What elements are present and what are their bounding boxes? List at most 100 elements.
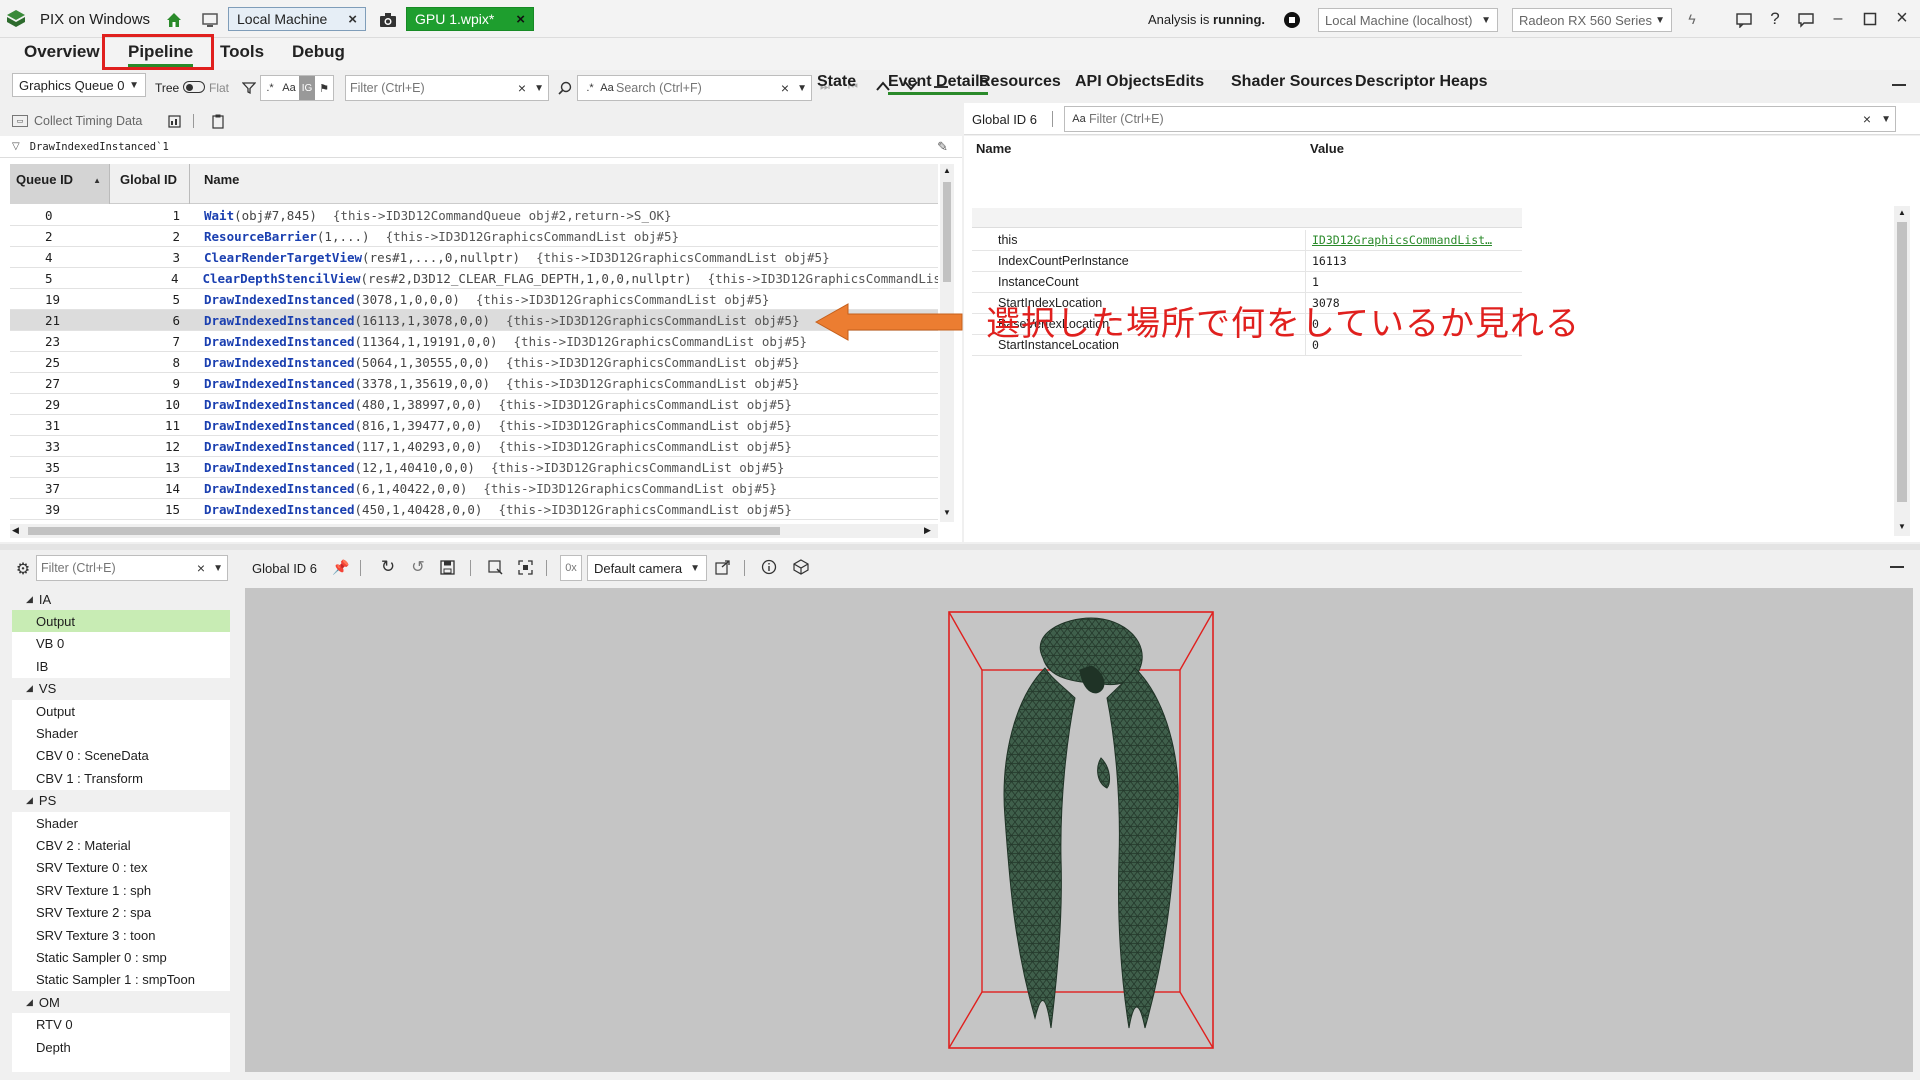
events-filter-input[interactable] [350, 81, 510, 95]
regex-icon[interactable]: .* [261, 76, 279, 100]
save-icon[interactable] [438, 558, 456, 576]
col-queue-id[interactable]: Queue ID ▲ [10, 164, 110, 204]
details-filter-input[interactable] [1089, 112, 1789, 126]
refresh-icon[interactable]: ↻ [378, 557, 398, 577]
filter-icon[interactable] [241, 80, 257, 96]
table-row[interactable]: 23 7 DrawIndexedInstanced(11364,1,19191,0,… [10, 331, 938, 352]
scroll-thumb[interactable] [1897, 222, 1907, 502]
scroll-right-arrow[interactable]: ▶ [924, 525, 931, 536]
stage-item[interactable]: SRV Texture 1 : sph [12, 879, 230, 901]
regex-icon[interactable]: .* [582, 82, 598, 94]
maximize-icon[interactable] [1860, 9, 1880, 29]
events-horizontal-scrollbar[interactable]: ◀ ▶ [10, 524, 938, 538]
scroll-thumb-horizontal[interactable] [28, 527, 780, 535]
details-tab[interactable]: State [817, 73, 856, 91]
home-icon[interactable] [164, 10, 184, 30]
stage-item[interactable]: Shader [12, 722, 230, 744]
tab-debug[interactable]: Debug [292, 42, 345, 62]
details-tab[interactable]: Edits [1165, 73, 1204, 91]
property-value[interactable]: ID3D12GraphicsCommandList… [1306, 233, 1492, 247]
tree-flat-toggle[interactable] [183, 81, 205, 93]
scroll-up-arrow[interactable]: ▲ [1898, 208, 1906, 217]
stage-group[interactable]: ◢ VS [12, 677, 230, 700]
clear-icon[interactable]: × [518, 80, 526, 96]
queue-select[interactable]: Graphics Queue 0 ▼ [12, 73, 146, 97]
scroll-up-arrow[interactable]: ▲ [943, 166, 951, 175]
details-vertical-scrollbar[interactable]: ▲ ▼ [1894, 206, 1910, 536]
gpu-select[interactable]: Radeon RX 560 Series ▼ [1512, 8, 1672, 32]
match-case-icon[interactable]: Aa [279, 76, 299, 100]
chevron-down-icon[interactable]: ▼ [213, 563, 223, 574]
tab-local-machine[interactable]: Local Machine × [228, 7, 366, 31]
stage-item[interactable]: Static Sampler 1 : smpToon [12, 969, 230, 991]
chevron-down-icon[interactable]: ▼ [1881, 114, 1891, 125]
stage-item[interactable]: Depth [12, 1036, 230, 1058]
table-row[interactable]: 0 1 Wait(obj#7,845) {this->ID3D12CommandQue… [10, 205, 938, 226]
scroll-thumb[interactable] [943, 182, 951, 282]
help-icon[interactable]: ? [1765, 9, 1785, 29]
collapse-triangle-icon[interactable]: ▽ [12, 141, 20, 152]
details-tab[interactable]: Event Details [888, 73, 989, 95]
stage-item[interactable]: SRV Texture 0 : tex [12, 857, 230, 879]
feedback-icon[interactable] [1734, 10, 1754, 30]
minimize-icon[interactable]: – [1828, 9, 1848, 29]
events-vertical-scrollbar[interactable]: ▲ ▼ [940, 164, 954, 522]
mesh-view-icon[interactable] [792, 558, 810, 576]
stage-item[interactable]: IB [12, 655, 230, 677]
fit-view-icon[interactable] [516, 558, 534, 576]
table-row[interactable]: 31 11 DrawIndexedInstanced(816,1,39477,0,0… [10, 415, 938, 436]
property-row[interactable]: this ID3D12GraphicsCommandList… [972, 229, 1522, 251]
export-icon[interactable] [714, 558, 732, 576]
clipboard-icon[interactable] [211, 113, 225, 129]
stage-item[interactable]: CBV 2 : Material [12, 834, 230, 856]
stage-item[interactable]: Static Sampler 0 : smp [12, 946, 230, 968]
stage-group[interactable]: ◢ IA [12, 588, 230, 610]
col-name[interactable]: Name [190, 164, 930, 204]
stage-item[interactable]: SRV Texture 2 : spa [12, 902, 230, 924]
mesh-viewport[interactable] [245, 588, 1913, 1072]
details-tab[interactable]: Resources [979, 73, 1061, 91]
props-col-value[interactable]: Value [1306, 141, 1344, 156]
close-icon[interactable]: × [516, 11, 525, 28]
chevron-down-icon[interactable]: ▼ [797, 83, 807, 94]
details-tab[interactable]: Descriptor Heaps [1355, 73, 1488, 91]
scroll-down-arrow[interactable]: ▼ [1898, 522, 1906, 531]
select-region-icon[interactable] [486, 558, 504, 576]
stop-icon[interactable] [1282, 10, 1302, 30]
stage-item[interactable]: CBV 0 : SceneData [12, 745, 230, 767]
table-row[interactable]: 27 9 DrawIndexedInstanced(3378,1,35619,0,0… [10, 373, 938, 394]
table-row[interactable]: 25 8 DrawIndexedInstanced(5064,1,30555,0,0… [10, 352, 938, 373]
details-collapse-icon[interactable] [1892, 84, 1906, 86]
table-row[interactable]: 39 15 DrawIndexedInstanced(450,1,40428,0,0… [10, 499, 938, 520]
match-case-icon[interactable]: Aa [1069, 113, 1089, 125]
tab-tools[interactable]: Tools [220, 42, 264, 62]
tab-gpu-capture[interactable]: GPU 1.wpix* × [406, 7, 534, 31]
stage-item[interactable]: Output [12, 700, 230, 722]
table-row[interactable]: 2 2 ResourceBarrier(1,...) {this->ID3D12Gra… [10, 226, 938, 247]
plugin-icon[interactable]: ϟ [1684, 11, 1700, 27]
table-row[interactable]: 19 5 DrawIndexedInstanced(3078,1,0,0,0) {th… [10, 289, 938, 310]
edit-icon[interactable]: ✎ [937, 139, 948, 155]
stage-item[interactable]: RTV 0 [12, 1014, 230, 1036]
clear-icon[interactable]: × [1863, 111, 1871, 127]
settings-gear-icon[interactable]: ⚙ [14, 560, 32, 578]
stage-item[interactable]: SRV Texture 3 : toon [12, 924, 230, 946]
props-col-name[interactable]: Name [972, 141, 1306, 156]
zoom-level[interactable]: 0x [560, 555, 582, 581]
stage-item[interactable]: CBV 1 : Transform [12, 767, 230, 789]
table-row[interactable]: 35 13 DrawIndexedInstanced(12,1,40410,0,0)… [10, 457, 938, 478]
details-tab[interactable]: Shader Sources [1231, 73, 1353, 91]
property-row[interactable]: IndexCountPerInstance 16113 [972, 250, 1522, 272]
tab-overview[interactable]: Overview [24, 42, 100, 62]
chevron-down-icon[interactable]: ▼ [534, 83, 544, 94]
pipeline-collapse-icon[interactable] [1890, 566, 1904, 568]
pin-icon[interactable]: 📌 [332, 558, 350, 576]
info-icon[interactable] [760, 558, 778, 576]
stage-item[interactable]: VB 0 [12, 633, 230, 655]
camera-icon[interactable] [378, 10, 398, 30]
details-tab[interactable]: API Objects [1075, 73, 1165, 91]
stage-item[interactable]: Output [12, 610, 230, 633]
clear-icon[interactable]: × [197, 560, 205, 576]
property-row[interactable]: InstanceCount 1 [972, 271, 1522, 293]
events-search-input[interactable] [616, 81, 766, 95]
